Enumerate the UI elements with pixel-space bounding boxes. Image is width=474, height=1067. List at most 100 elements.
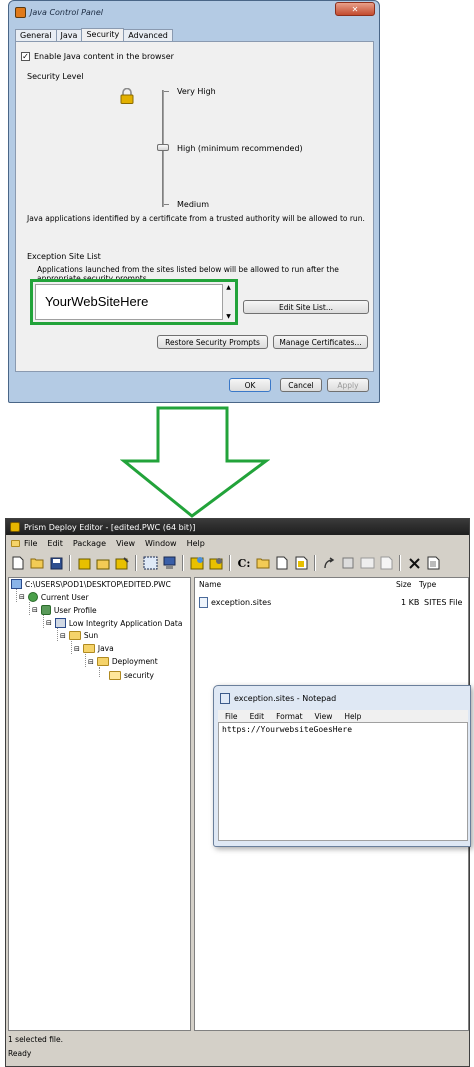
file-menu-icon <box>11 539 20 547</box>
enable-java-checkbox[interactable]: ✓ <box>21 52 30 61</box>
menu-help[interactable]: Help <box>344 712 361 721</box>
package-folder-icon[interactable] <box>95 555 111 571</box>
collapse-icon[interactable]: ⊟ <box>74 645 80 653</box>
collapse-icon[interactable]: ⊟ <box>19 593 25 601</box>
folder-icon <box>68 631 81 640</box>
capture-icon[interactable] <box>142 555 158 571</box>
java-control-panel-window: Java Control Panel ✕ General Java Securi… <box>8 0 380 403</box>
property-icon[interactable] <box>378 555 394 571</box>
file-name: exception.sites <box>211 597 272 607</box>
save-icon[interactable] <box>48 555 64 571</box>
menu-edit[interactable]: Edit <box>47 539 63 548</box>
document-icon[interactable] <box>274 555 290 571</box>
file-icon <box>199 596 208 608</box>
lock-icon <box>120 87 134 106</box>
tab-security[interactable]: Security <box>81 28 125 42</box>
collapse-icon[interactable]: ⊟ <box>60 632 66 640</box>
user-profile-icon <box>40 605 51 615</box>
menu-package[interactable]: Package <box>73 539 106 548</box>
menu-help[interactable]: Help <box>187 539 205 548</box>
delete-icon[interactable] <box>406 555 422 571</box>
tree-sun[interactable]: ⊟ Sun <box>60 631 98 640</box>
package-icon[interactable] <box>76 555 92 571</box>
notepad-content: https://YourwebsiteGoesHere <box>222 725 353 734</box>
folder-icon[interactable] <box>255 555 271 571</box>
toolbar-separator <box>69 555 71 571</box>
computer-icon[interactable] <box>161 555 177 571</box>
site-list-scrollbar[interactable]: ▲ ▼ <box>224 284 233 320</box>
column-size[interactable]: Size <box>396 580 411 589</box>
column-type[interactable]: Type <box>419 580 436 589</box>
exception-site-highlight: YourWebSiteHere ▲ ▼ <box>30 279 238 325</box>
collapse-icon[interactable]: ⊟ <box>32 606 38 614</box>
window-title: Prism Deploy Editor - [edited.PWC (64 bi… <box>6 519 469 535</box>
menu-bar: File Edit Package View Window Help <box>6 537 205 549</box>
scroll-down-icon[interactable]: ▼ <box>226 313 231 320</box>
enable-java-label: Enable Java content in the browser <box>34 52 174 61</box>
toolbar-separator <box>182 555 184 571</box>
menu-file[interactable]: File <box>11 539 37 548</box>
new-file-icon[interactable] <box>10 555 26 571</box>
apply-button[interactable]: Apply <box>327 378 369 392</box>
tree-root[interactable]: C:\USERS\POD1\DESKTOP\EDITED.PWC <box>11 579 171 589</box>
tree-line <box>99 667 100 677</box>
prism-app-icon <box>10 522 20 532</box>
deploy-icon[interactable] <box>189 555 205 571</box>
tree-low-integrity[interactable]: ⊟ Low Integrity Application Data <box>46 618 182 628</box>
tree-line <box>16 589 17 602</box>
text-icon[interactable] <box>359 555 375 571</box>
tree-user-profile[interactable]: ⊟ User Profile <box>32 605 97 615</box>
manage-certificates-button[interactable]: Manage Certificates... <box>273 335 368 349</box>
menu-file[interactable]: File <box>225 712 238 721</box>
security-panel: ✓ Enable Java content in the browser Sec… <box>15 41 374 372</box>
status-selected: 1 selected file. <box>8 1035 64 1044</box>
file-row[interactable]: exception.sites 1 KB SITES File <box>199 595 467 609</box>
cancel-button[interactable]: Cancel <box>280 378 322 392</box>
java-icon <box>15 6 26 18</box>
restore-security-prompts-button[interactable]: Restore Security Prompts <box>157 335 268 349</box>
notepad-text-area[interactable]: https://YourwebsiteGoesHere <box>218 722 468 841</box>
toolbar-separator <box>229 555 231 571</box>
exception-site-entry[interactable]: YourWebSiteHere <box>45 294 148 309</box>
edit-site-list-button[interactable]: Edit Site List... <box>243 300 369 314</box>
toolbar-separator <box>399 555 401 571</box>
ok-button[interactable]: OK <box>229 378 271 392</box>
collapse-icon[interactable]: ⊟ <box>46 619 52 627</box>
open-folder-icon <box>109 671 121 680</box>
tree-java[interactable]: ⊟ Java <box>74 644 114 653</box>
tree-current-user[interactable]: ⊟ Current User <box>19 592 89 602</box>
tree-security[interactable]: security <box>109 671 154 680</box>
file-properties-icon[interactable] <box>425 555 441 571</box>
menu-view[interactable]: View <box>116 539 135 548</box>
collapse-icon[interactable]: ⊟ <box>88 658 94 666</box>
menu-view[interactable]: View <box>315 712 333 721</box>
close-button[interactable]: ✕ <box>335 2 375 16</box>
menu-window[interactable]: Window <box>145 539 177 548</box>
shortcut-icon[interactable] <box>321 555 337 571</box>
scroll-up-icon[interactable]: ▲ <box>226 284 231 291</box>
file-size: 1 KB <box>401 597 420 607</box>
tree-line <box>71 641 72 654</box>
package-file-icon[interactable] <box>293 555 309 571</box>
drive-c-icon[interactable]: C: <box>236 555 252 571</box>
down-arrow-icon <box>119 405 271 520</box>
menu-edit[interactable]: Edit <box>250 712 265 721</box>
toolbar-separator <box>314 555 316 571</box>
tree-deployment[interactable]: ⊟ Deployment <box>88 657 158 666</box>
settings-icon[interactable] <box>208 555 224 571</box>
menu-format[interactable]: Format <box>276 712 302 721</box>
menu-bar: File Edit Format View Help <box>218 710 468 722</box>
exception-site-list[interactable]: YourWebSiteHere <box>35 284 223 320</box>
column-name[interactable]: Name <box>199 580 221 589</box>
open-folder-icon[interactable] <box>29 555 45 571</box>
security-level-label: Security Level <box>27 72 84 81</box>
registry-icon[interactable] <box>340 555 356 571</box>
tree-line <box>85 654 86 667</box>
slider-thumb[interactable] <box>157 144 169 151</box>
notepad-window: exception.sites - Notepad File Edit Form… <box>213 685 471 847</box>
folder-icon <box>82 644 95 653</box>
window-controls: ✕ <box>335 2 375 16</box>
package-edit-icon[interactable] <box>114 555 130 571</box>
enable-java-row: ✓ Enable Java content in the browser <box>21 52 174 61</box>
exception-site-list-title: Exception Site List <box>27 252 101 261</box>
